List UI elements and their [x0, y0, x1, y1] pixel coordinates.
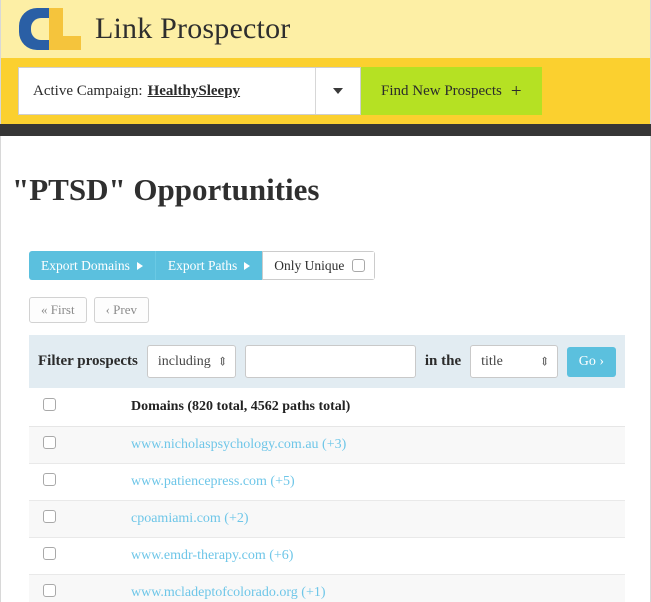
table-row: www.emdr-therapy.com (+6)	[29, 537, 625, 576]
domain-cell: www.emdr-therapy.com (+6)	[131, 537, 625, 576]
domain-link[interactable]: www.nicholaspsychology.com.au (+3)	[131, 437, 346, 452]
filter-field-select[interactable]: title	[470, 345, 558, 379]
row-select-cell	[29, 574, 131, 602]
chevron-right-icon	[136, 261, 143, 270]
select-all-cell	[29, 388, 131, 428]
prospects-rows: www.nicholaspsychology.com.au (+3) www.pa…	[29, 426, 625, 602]
pagination-controls: « First ‹ Prev	[29, 297, 650, 324]
cl-logo-icon	[19, 8, 81, 50]
row-select-cell	[29, 500, 131, 539]
page-title: "PTSD" Opportunities	[12, 172, 320, 207]
only-unique-checkbox[interactable]	[352, 259, 366, 273]
link-prospector-app: Link Prospector Active Campaign: Healthy…	[0, 0, 651, 602]
row-select-checkbox[interactable]	[43, 510, 56, 524]
domain-cell: www.mcladeptofcolorado.org (+1)	[131, 574, 625, 602]
active-campaign-prefix: Active Campaign:	[33, 82, 143, 99]
filter-bar: Filter prospects including in the title …	[29, 335, 625, 389]
chevron-right-icon	[244, 261, 251, 270]
row-select-cell	[29, 426, 131, 465]
dark-divider	[0, 124, 651, 136]
table-row: www.nicholaspsychology.com.au (+3)	[29, 426, 625, 465]
filter-prospects-label: Filter prospects	[38, 353, 138, 370]
campaign-dropdown-toggle[interactable]	[315, 68, 360, 114]
row-select-cell	[29, 537, 131, 576]
filter-match-mode-value: including	[157, 353, 211, 369]
active-campaign-select[interactable]: Active Campaign: HealthySleepy	[18, 67, 361, 115]
brand-header: Link Prospector	[0, 0, 651, 58]
active-campaign-name: HealthySleepy	[147, 82, 241, 99]
pagination-first-button[interactable]: « First	[29, 297, 87, 324]
filter-match-mode-select[interactable]: including	[146, 345, 236, 379]
domain-cell: cpoamiami.com (+2)	[131, 500, 625, 539]
active-campaign-label: Active Campaign: HealthySleepy	[19, 68, 315, 114]
find-new-prospects-label: Find New Prospects	[381, 82, 502, 99]
domain-link[interactable]: www.emdr-therapy.com (+6)	[131, 548, 293, 563]
chevron-down-icon	[333, 88, 343, 94]
find-new-prospects-button[interactable]: Find New Prospects +	[361, 67, 542, 115]
domain-link[interactable]: www.mcladeptofcolorado.org (+1)	[131, 585, 326, 600]
table-row: www.mcladeptofcolorado.org (+1)	[29, 574, 625, 602]
filter-query-input[interactable]	[244, 345, 416, 379]
domain-link[interactable]: cpoamiami.com (+2)	[131, 511, 249, 526]
table-row: cpoamiami.com (+2)	[29, 500, 625, 539]
only-unique-label: Only Unique	[274, 257, 345, 273]
select-all-checkbox[interactable]	[43, 398, 56, 412]
export-toolbar: Export Domains Export Paths Only Unique	[29, 251, 376, 281]
logo-letter-l	[49, 8, 81, 50]
row-select-cell	[29, 463, 131, 502]
row-select-checkbox[interactable]	[43, 547, 56, 561]
export-paths-button[interactable]: Export Paths	[154, 251, 263, 281]
domains-column-header: Domains (820 total, 4562 paths total)	[131, 388, 625, 428]
domain-cell: www.patiencepress.com (+5)	[131, 463, 625, 502]
filter-field-value: title	[481, 353, 503, 369]
only-unique-toggle[interactable]: Only Unique	[262, 251, 376, 281]
filter-in-the-label: in the	[424, 353, 462, 370]
plus-icon: +	[510, 80, 522, 102]
row-select-checkbox[interactable]	[43, 584, 56, 598]
filter-go-button[interactable]: Go ›	[566, 346, 616, 377]
export-domains-label: Export Domains	[41, 257, 130, 273]
prospects-table-body: Domains (820 total, 4562 paths total)	[29, 388, 625, 428]
domain-link[interactable]: www.patiencepress.com (+5)	[131, 474, 295, 489]
app-title: Link Prospector	[95, 12, 291, 45]
row-select-checkbox[interactable]	[43, 473, 56, 487]
export-domains-button[interactable]: Export Domains	[29, 251, 155, 281]
domain-cell: www.nicholaspsychology.com.au (+3)	[131, 426, 625, 465]
row-select-checkbox[interactable]	[43, 436, 56, 450]
pagination-prev-button[interactable]: ‹ Prev	[93, 297, 150, 324]
table-header-row: Domains (820 total, 4562 paths total)	[29, 388, 625, 428]
campaign-bar: Active Campaign: HealthySleepy Find New …	[0, 58, 651, 124]
export-paths-label: Export Paths	[167, 257, 238, 273]
prospects-table: Domains (820 total, 4562 paths total) ww…	[29, 388, 625, 602]
main-content: "PTSD" Opportunities Export Domains Expo…	[0, 136, 651, 602]
table-row: www.patiencepress.com (+5)	[29, 463, 625, 502]
